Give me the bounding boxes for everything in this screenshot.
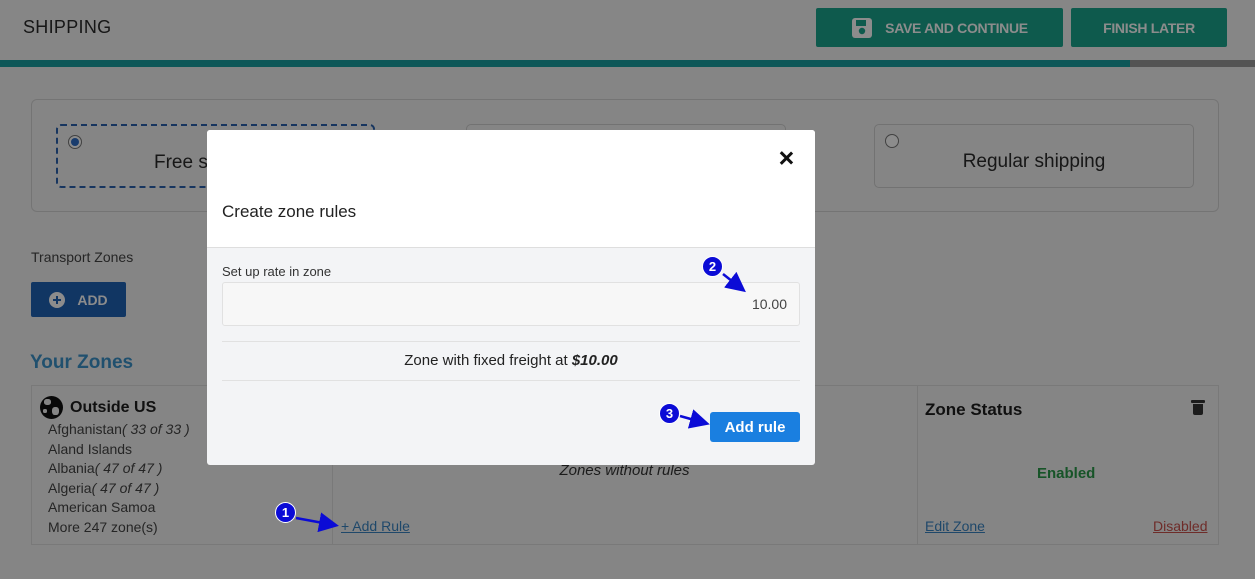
freight-summary: Zone with fixed freight at $10.00 (404, 352, 618, 369)
annotation-marker-2: 2 (702, 256, 723, 277)
close-icon[interactable] (778, 150, 794, 166)
annotation-marker-3: 3 (659, 403, 680, 424)
rate-input[interactable] (222, 282, 800, 326)
add-rule-button[interactable]: Add rule (710, 412, 800, 442)
rate-label: Set up rate in zone (222, 264, 332, 279)
create-zone-rules-modal: Create zone rules Set up rate in zone Zo… (207, 130, 815, 465)
modal-header: Create zone rules (207, 130, 815, 248)
annotation-marker-1: 1 (275, 502, 296, 523)
modal-title: Create zone rules (222, 202, 357, 221)
divider (222, 380, 800, 381)
divider (222, 341, 800, 342)
